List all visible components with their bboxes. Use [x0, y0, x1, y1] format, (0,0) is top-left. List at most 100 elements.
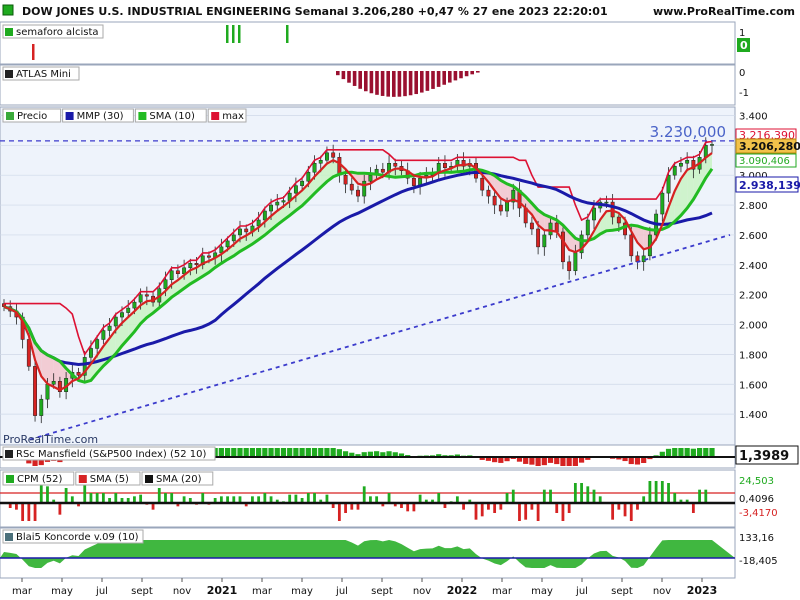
- semaforo-signal: [286, 25, 289, 43]
- candle-body: [604, 201, 609, 204]
- candle-body: [349, 183, 354, 191]
- rsc-bar: [299, 448, 305, 457]
- cpm-bar: [704, 489, 708, 503]
- cpm-bar: [157, 488, 161, 503]
- x-tick-label: sept: [371, 586, 393, 597]
- cpm-bar: [39, 484, 43, 503]
- cpm-bar: [542, 489, 546, 503]
- cpm-bar: [306, 493, 310, 503]
- x-tick-label: 2022: [447, 584, 478, 597]
- semaforo-signal: [238, 25, 241, 43]
- x-tick-label: jul: [95, 586, 108, 597]
- cpm-bar: [673, 493, 677, 503]
- candle-body: [207, 255, 211, 258]
- atlas-bar: [336, 71, 340, 76]
- y-tick-label: 2.200: [739, 291, 768, 302]
- cpm-bar: [629, 503, 633, 521]
- candle-body: [362, 180, 367, 197]
- cpm-bar: [95, 493, 99, 503]
- rsc-badge: 1,3989: [735, 445, 799, 465]
- rsc-bar: [572, 457, 578, 466]
- rsc-bar: [324, 448, 330, 457]
- cpm-bar: [648, 481, 652, 503]
- cpm-bar: [592, 489, 596, 503]
- semaforo-signal: [232, 25, 235, 43]
- cpm-bar: [654, 481, 658, 503]
- x-tick-label: mar: [252, 586, 273, 597]
- atlas-bar: [392, 71, 396, 97]
- legend-label: Precio: [17, 111, 47, 122]
- cpm-badges: 24,503 0,4096 -3,4170: [739, 476, 778, 519]
- cpm-bar: [623, 503, 627, 517]
- y-tick-label: 3.400: [739, 111, 768, 122]
- x-tick-label: 2021: [207, 584, 238, 597]
- sma-badge: 3.090,406: [739, 156, 790, 167]
- atlas-bar: [464, 71, 469, 77]
- atlas-bar: [375, 71, 379, 95]
- x-tick-label: sept: [611, 586, 633, 597]
- candle-body: [623, 222, 627, 236]
- svg-text:1,3989: 1,3989: [739, 449, 789, 464]
- candle-body: [492, 195, 497, 206]
- price-panel: [0, 106, 736, 446]
- rsc-bar: [628, 457, 634, 465]
- candle-body: [548, 222, 553, 236]
- koncorde-badges: 133,16 -18,405: [739, 533, 778, 567]
- atlas-bar: [470, 71, 474, 75]
- candle-body: [318, 160, 323, 164]
- svg-text:-18,405: -18,405: [739, 556, 778, 567]
- rsc-bar: [554, 457, 560, 465]
- candle-body: [306, 171, 311, 182]
- candle-body: [281, 200, 286, 203]
- candle-body: [368, 174, 373, 182]
- legend-swatch: [138, 112, 147, 120]
- candle-body: [331, 152, 336, 158]
- atlas-bar: [397, 71, 402, 97]
- candle-body: [660, 192, 665, 215]
- rsc-bar: [523, 457, 529, 464]
- x-tick-label: sept: [131, 586, 153, 597]
- cpm-bar: [313, 493, 316, 503]
- cpm-bar: [586, 486, 590, 503]
- rsc-bar: [287, 448, 293, 457]
- candle-body: [33, 366, 37, 416]
- cpm-bar: [344, 503, 347, 513]
- rsc-bar: [535, 457, 541, 466]
- candle-body: [231, 234, 236, 242]
- rsc-bar: [224, 448, 231, 457]
- candle-body: [175, 270, 180, 275]
- candle-body: [126, 307, 131, 313]
- koncorde-label: Blai5 Koncorde v.09 (10): [2, 529, 144, 544]
- rsc-bar: [566, 457, 572, 466]
- candle-body: [685, 160, 690, 164]
- x-tick-label: jul: [335, 586, 348, 597]
- mmp-badge: 2.938,139: [739, 179, 800, 192]
- atlas-bar: [347, 71, 351, 83]
- price-badge: 3.206,280: [739, 140, 800, 153]
- rsc-bar: [311, 448, 318, 457]
- candle-body: [380, 168, 385, 173]
- rsc-bar: [529, 457, 535, 465]
- candle-body: [120, 312, 124, 318]
- atlas-axis-0: 0: [739, 68, 745, 79]
- atlas-bar: [369, 71, 374, 94]
- semaforo-label: semaforo alcista: [2, 24, 104, 39]
- candle-body: [188, 263, 193, 269]
- candle-body: [573, 252, 578, 272]
- cpm-bar: [437, 493, 441, 503]
- rsc-bar: [318, 448, 324, 457]
- rsc-bar: [237, 448, 243, 457]
- rsc-bar: [305, 448, 311, 457]
- cpm-bar: [518, 503, 521, 521]
- cpm-bar: [64, 488, 68, 503]
- rsc-bar: [684, 448, 690, 457]
- chart-area: DOW JONES U.S. INDUSTRIAL ENGINEERING Se…: [0, 0, 800, 597]
- y-tick-label: 2.800: [739, 201, 768, 212]
- candle-body: [529, 222, 534, 230]
- atlas-bar: [364, 71, 368, 92]
- x-tick-label: mar: [492, 586, 513, 597]
- candle-icon: [2, 4, 14, 16]
- candle-body: [486, 189, 491, 197]
- legend-swatch: [6, 112, 14, 120]
- cpm-bar: [480, 503, 484, 517]
